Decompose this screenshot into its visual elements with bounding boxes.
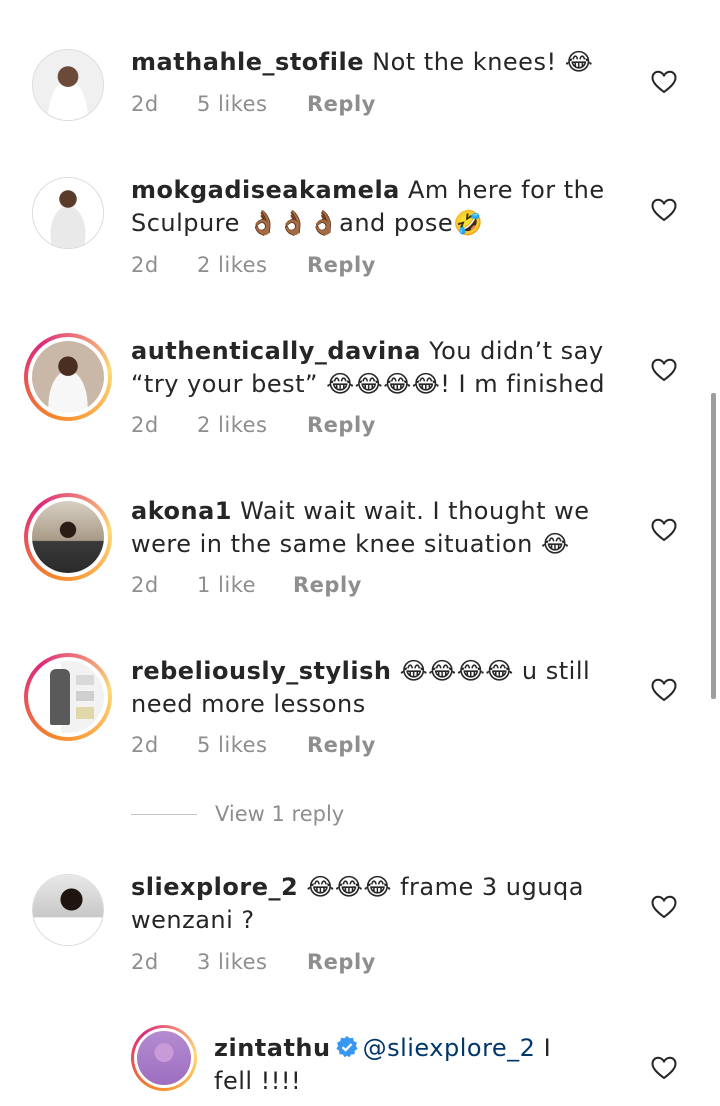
comment-likes[interactable]: 2 likes [197,253,307,277]
comment-username[interactable]: akona1 [131,497,232,525]
reply-button[interactable]: Reply [307,413,376,437]
heart-outline-icon[interactable] [651,678,677,702]
comment-likes[interactable]: 5 likes [197,733,307,757]
view-replies-button[interactable]: View 1 reply [131,802,344,826]
comment-time: 2d [131,733,159,757]
comment-meta: 2d 2 likes Reply [131,413,376,437]
comment-time: 2d [131,413,159,437]
comment-likes[interactable]: 3 likes [197,950,307,974]
comment-time: 2d [131,253,159,277]
comment-body: Not the knees! 😂 [372,48,594,76]
heart-outline-icon[interactable] [651,895,677,919]
heart-outline-icon[interactable] [651,198,677,222]
avatar[interactable] [32,49,104,121]
comment-text: sliexplore_2 😂😂😂 frame 3 uguqa wenzani ? [131,871,631,937]
comment-meta: 2d 5 likes Reply [131,92,376,116]
avatar[interactable] [32,177,104,249]
heart-outline-icon[interactable] [651,358,677,382]
avatar[interactable] [24,653,112,741]
reply-button[interactable]: Reply [307,950,376,974]
comment-username[interactable]: mokgadiseakamela [131,176,400,204]
comment-meta: 2d 3 likes Reply [131,950,376,974]
comment-text: mokgadiseakamela Am here for the Sculpur… [131,174,631,240]
view-replies-label: View 1 reply [215,802,345,826]
comment-username[interactable]: rebeliously_stylish [131,657,391,685]
avatar[interactable] [131,1025,197,1091]
comment-time: 2d [131,950,159,974]
reply-button[interactable]: Reply [307,733,376,757]
comment-text: akona1 Wait wait wait. I thought we were… [131,495,631,561]
reply-text: zintathu @sliexplore_2 I fell !!!! [214,1032,574,1098]
comment-text: rebeliously_stylish 😂😂😂😂 u still need mo… [131,655,631,721]
heart-outline-icon[interactable] [651,518,677,542]
avatar[interactable] [24,493,112,581]
heart-outline-icon[interactable] [651,70,677,94]
comment-time: 2d [131,573,159,597]
heart-outline-icon[interactable] [651,1056,677,1080]
comment-likes[interactable]: 2 likes [197,413,307,437]
reply-button[interactable]: Reply [307,92,376,116]
comment-likes[interactable]: 5 likes [197,92,307,116]
reply-button[interactable]: Reply [293,573,362,597]
comment-username[interactable]: sliexplore_2 [131,873,298,901]
comment-time: 2d [131,92,159,116]
comment-text: authentically_davina You didn’t say “try… [131,335,631,401]
comment-username[interactable]: mathahle_stofile [131,48,364,76]
reply-username[interactable]: zintathu [214,1034,331,1062]
comment-meta: 2d 2 likes Reply [131,253,376,277]
reply-mention[interactable]: @sliexplore_2 [363,1034,536,1062]
comment-meta: 2d 1 like Reply [131,573,362,597]
comment-likes[interactable]: 1 like [197,573,293,597]
reply-button[interactable]: Reply [307,253,376,277]
comment-text: mathahle_stofile Not the knees! 😂 [131,46,631,79]
avatar[interactable] [24,333,112,421]
scrollbar[interactable] [711,393,716,699]
avatar[interactable] [32,874,104,946]
comment-meta: 2d 5 likes Reply [131,733,376,757]
view-replies-divider [131,813,197,815]
comment-username[interactable]: authentically_davina [131,337,421,365]
verified-badge-icon [335,1036,358,1058]
